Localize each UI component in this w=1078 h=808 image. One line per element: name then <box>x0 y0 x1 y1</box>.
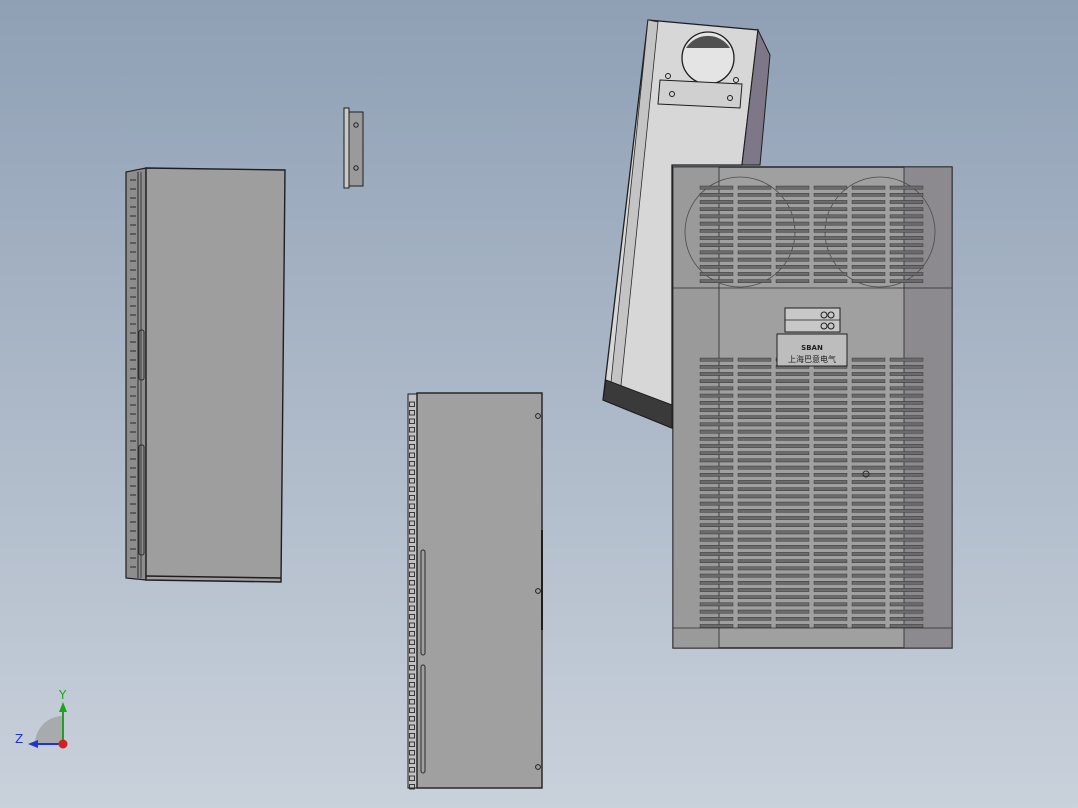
nameplate-brand: SBAN <box>801 344 823 352</box>
air-conditioner-front-unit[interactable]: SBAN 上海巴意电气 <box>672 166 953 649</box>
x-axis-dot-icon <box>58 739 68 749</box>
cad-viewport[interactable]: SBAN 上海巴意电气 Y Z <box>0 0 1078 808</box>
orientation-triad: Y Z <box>15 688 68 749</box>
z-axis-arrow-icon <box>28 740 38 748</box>
side-panel-middle[interactable] <box>407 392 543 790</box>
small-bracket[interactable] <box>343 107 364 189</box>
control-display[interactable] <box>784 307 841 333</box>
z-axis-label: Z <box>15 732 23 746</box>
side-panel-left[interactable] <box>125 167 286 583</box>
y-axis-label: Y <box>58 688 67 702</box>
y-axis-arrow-icon <box>59 702 67 712</box>
nameplate-company: 上海巴意电气 <box>788 354 836 364</box>
nameplate: SBAN 上海巴意电气 <box>776 333 848 367</box>
